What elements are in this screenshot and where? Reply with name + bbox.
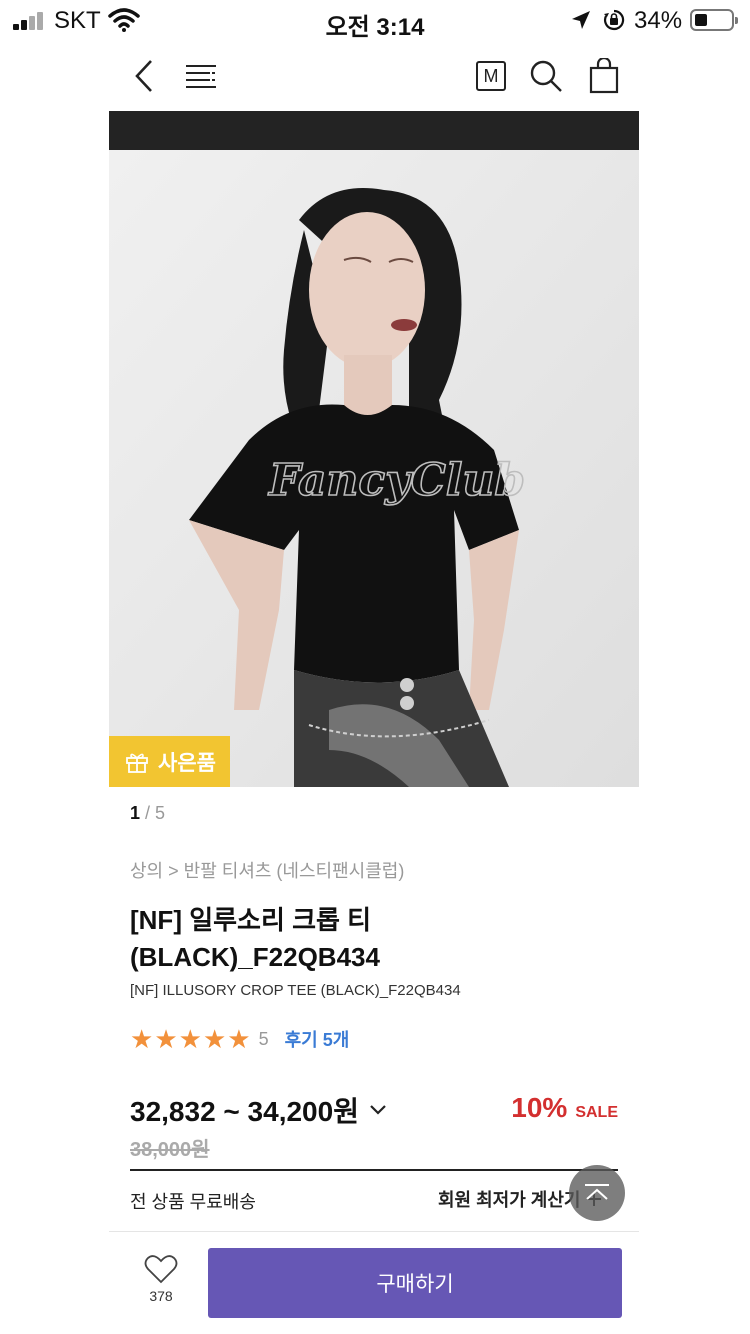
- image-top-strip: [109, 111, 639, 150]
- product-title-line2: (BLACK)_F22QB434: [130, 942, 380, 972]
- rating-value: 5: [258, 1028, 269, 1049]
- discount-badge: 10% SALE: [511, 1092, 618, 1124]
- breadcrumb[interactable]: 상의 > 반팔 티셔츠 (네스티팬시클럽): [130, 857, 404, 883]
- product-image[interactable]: FancyClub: [109, 150, 639, 787]
- back-icon: [135, 60, 152, 92]
- gift-icon: [126, 753, 148, 773]
- pager-current: 1: [130, 803, 141, 823]
- image-pager: 1 / 5: [130, 803, 165, 824]
- product-subtitle: [NF] ILLUSORY CROP TEE (BLACK)_F22QB434: [130, 982, 461, 999]
- location-arrow-icon: [572, 11, 590, 29]
- original-price: 38,000원: [130, 1139, 210, 1161]
- price-range[interactable]: 32,832 ~ 34,200원: [130, 1090, 387, 1130]
- scroll-to-top-button[interactable]: [569, 1165, 625, 1221]
- pager-separator: /: [140, 803, 156, 823]
- gift-badge-label: 사은품: [158, 751, 216, 775]
- search-button[interactable]: [526, 56, 566, 96]
- arrow-up-icon: [585, 1184, 609, 1200]
- review-link[interactable]: 후기 5개: [285, 1026, 350, 1052]
- price-range-text: 32,832 ~ 34,200원: [130, 1096, 359, 1127]
- heart-icon: [144, 1255, 178, 1284]
- bottom-bar-divider: [109, 1231, 639, 1232]
- shipping-info: 전 상품 무료배송: [130, 1192, 256, 1212]
- star-icon: ★: [154, 1024, 178, 1054]
- rating-row: ★ ★ ★ ★ ★ 5 후기 5개: [130, 1025, 349, 1053]
- status-bar: SKT 오전 3:14 34%: [0, 0, 750, 41]
- cart-button[interactable]: [586, 56, 622, 96]
- star-icon: ★: [202, 1024, 227, 1054]
- rotation-lock-icon: [603, 9, 625, 31]
- membership-m-icon: M: [476, 61, 506, 91]
- product-title: [NF] 일루소리 크롭 티 (BLACK)_F22QB434: [130, 902, 610, 976]
- shopping-bag-icon: [589, 58, 619, 94]
- chevron-down-icon: [370, 1105, 386, 1115]
- member-calc-label: 회원 최저가 계산기: [438, 1190, 581, 1210]
- battery-icon: [690, 9, 738, 31]
- product-photo: FancyClub: [109, 150, 639, 787]
- discount-percent: 10%: [511, 1092, 568, 1123]
- menu-button[interactable]: [180, 56, 222, 96]
- divider: [130, 1169, 618, 1171]
- wishlist-button[interactable]: 378: [136, 1254, 186, 1304]
- rating-stars: ★ ★ ★ ★ ★: [130, 1025, 251, 1053]
- pager-total: 5: [155, 803, 166, 823]
- membership-button[interactable]: M: [472, 56, 510, 96]
- search-icon: [530, 60, 562, 92]
- battery-percent: 34%: [634, 7, 683, 34]
- membership-m-label: M: [483, 65, 499, 86]
- shirt-print-text: FancyClub: [267, 455, 525, 506]
- buy-button[interactable]: 구매하기: [208, 1248, 622, 1318]
- star-icon: ★: [178, 1024, 202, 1054]
- sale-label: SALE: [575, 1104, 618, 1121]
- star-icon: ★: [130, 1024, 154, 1054]
- wish-count: 378: [149, 1288, 173, 1304]
- star-icon: ★: [227, 1024, 251, 1054]
- gift-badge[interactable]: 사은품: [109, 736, 230, 787]
- menu-icon: [186, 65, 216, 88]
- back-button[interactable]: [126, 56, 162, 96]
- product-title-line1: [NF] 일루소리 크롭 티: [130, 905, 372, 935]
